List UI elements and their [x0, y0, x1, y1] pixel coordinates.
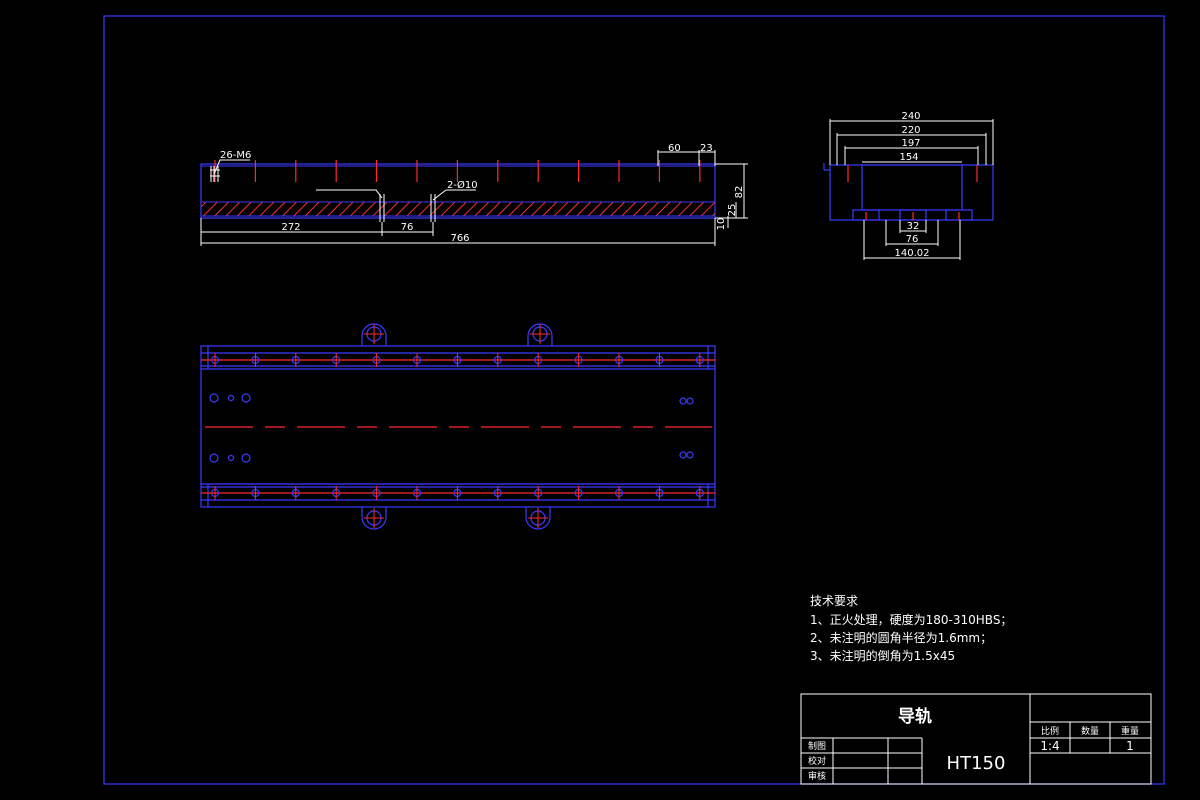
dim-240: 240 [901, 111, 920, 122]
dim-76-side: 76 [906, 234, 919, 245]
value-scale: 1:4 [1040, 739, 1059, 753]
front-view: 26-M6 2-Ø10 60 23 82 25 10 272 76 766 [200, 143, 748, 246]
tech-requirement-2: 2、未注明的圆角半径为1.6mm； [810, 630, 992, 645]
row-checked: 校对 [808, 755, 826, 767]
value-weight: 1 [1126, 739, 1134, 753]
header-scale: 比例 [1041, 725, 1059, 737]
row-approved: 审核 [808, 770, 826, 782]
dim-220: 220 [901, 125, 920, 136]
tech-requirements-title: 技术要求 [810, 594, 858, 608]
dim-766: 766 [450, 233, 469, 244]
tech-requirement-1: 1、正火处理，硬度为180-310HBS； [810, 612, 1012, 627]
hole-callout: 2-Ø10 [447, 179, 478, 191]
dim-272: 272 [281, 222, 300, 233]
thread-hole-marks [214, 160, 701, 182]
header-weight: 重量 [1121, 725, 1139, 737]
tech-requirement-3: 3、未注明的倒角为1.5x45 [810, 648, 955, 663]
section-hatch [201, 202, 715, 216]
thread-callout: 26-M6 [220, 150, 251, 161]
dim-23: 23 [700, 143, 713, 154]
dim-60: 60 [668, 143, 681, 154]
drawing-frame [103, 15, 1165, 785]
dim-76-front: 76 [401, 222, 414, 233]
top-view [200, 323, 716, 530]
end-holes [209, 393, 694, 463]
dim-140: 140.02 [895, 248, 930, 259]
drawing-canvas: 26-M6 2-Ø10 60 23 82 25 10 272 76 766 24… [103, 15, 1165, 785]
title-block: 导轨 HT150 比例 数量 重量 1:4 1 制图 校对 审核 [800, 693, 1152, 785]
dim-154: 154 [899, 152, 918, 163]
part-name: 导轨 [898, 706, 932, 727]
side-body-outline [829, 164, 994, 221]
header-count: 数量 [1081, 725, 1099, 737]
tech-requirements: 技术要求 1、正火处理，硬度为180-310HBS； 2、未注明的圆角半径为1.… [810, 594, 1012, 663]
material: HT150 [947, 753, 1006, 774]
dim-32: 32 [907, 221, 920, 232]
row-drawn: 制图 [808, 740, 826, 752]
side-view: 240 220 197 154 32 76 140.02 [823, 111, 994, 260]
dim-82: 82 [734, 186, 745, 199]
dim-10: 10 [716, 218, 727, 231]
dim-197: 197 [901, 138, 920, 149]
dim-25: 25 [727, 204, 738, 217]
